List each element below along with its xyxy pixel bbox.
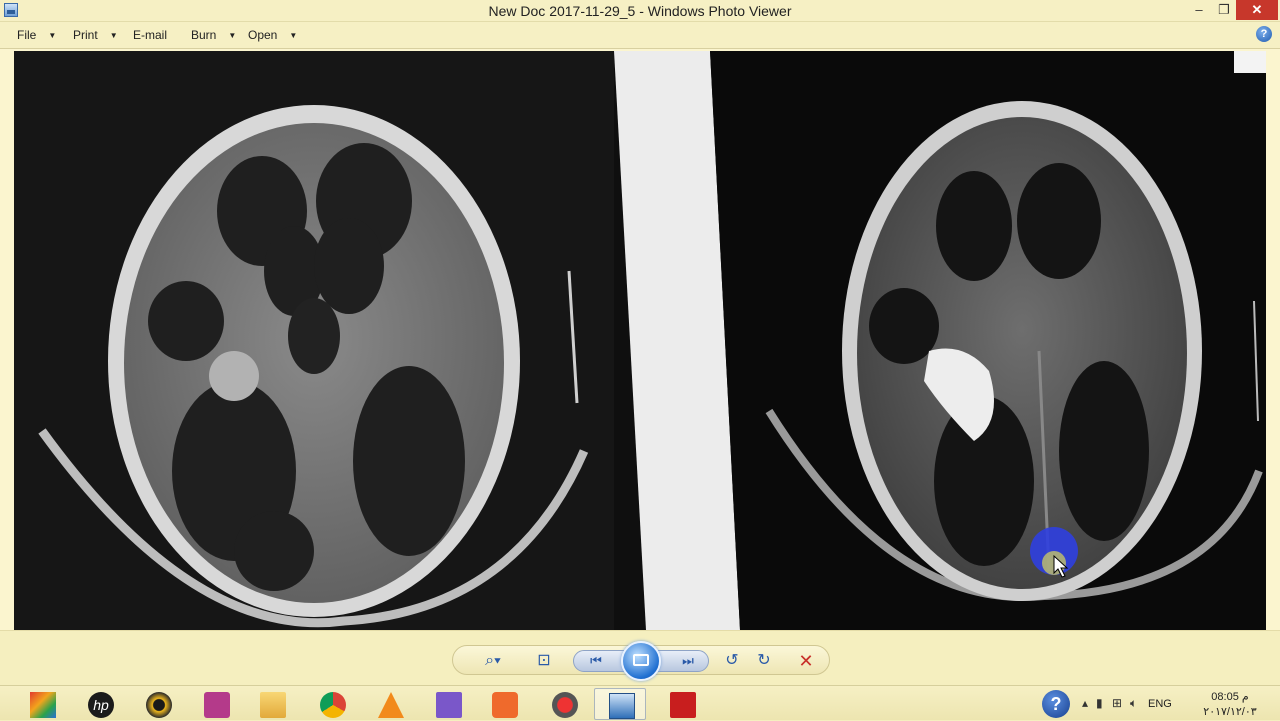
rotate-counterclockwise-icon: ↺ xyxy=(725,652,739,669)
download-manager-icon xyxy=(552,692,578,718)
restore-button[interactable]: ❐ xyxy=(1212,0,1236,20)
taskbar: hp ? ▴ ▮ ⊞ 🔈︎ ENG 08:05 م ٢٠١٧/١٢/٠٣ xyxy=(0,685,1280,720)
help-icon[interactable]: ? xyxy=(1256,26,1272,42)
window-title: New Doc 2017-11-29_5 - Windows Photo Vie… xyxy=(488,3,792,19)
close-button[interactable]: ✕ xyxy=(1236,0,1278,20)
rotate-clockwise-icon: ↻ xyxy=(757,652,771,669)
chrome-icon xyxy=(320,692,346,718)
clock-time[interactable]: 08:05 م xyxy=(1190,690,1270,703)
menu-bar: File ▼ Print ▼ E-mail Burn ▼ Open ▼ ? xyxy=(0,22,1280,49)
clock-date[interactable]: ٢٠١٧/١٢/٠٣ xyxy=(1190,705,1270,718)
taskbar-pdf-reader[interactable] xyxy=(656,688,708,720)
menu-file[interactable]: File ▼ xyxy=(17,28,56,42)
taskbar-app-launcher[interactable] xyxy=(16,688,68,720)
volume-icon[interactable]: 🔈︎ xyxy=(1130,696,1137,711)
taskbar-visual-studio[interactable] xyxy=(422,688,474,720)
show-hidden-icons-icon[interactable]: ▴ xyxy=(1082,696,1088,710)
delete-button[interactable]: ✕ xyxy=(791,646,821,676)
pdf-reader-icon xyxy=(670,692,696,718)
ct-scan-illustration xyxy=(14,51,1266,630)
video-icon xyxy=(492,692,518,718)
actual-size-button[interactable]: ⊡ xyxy=(529,646,559,676)
taskbar-media-player[interactable] xyxy=(132,688,184,720)
rotate-left-button[interactable]: ↺ xyxy=(717,646,747,676)
menu-burn[interactable]: Burn ▼ xyxy=(191,28,236,42)
power-icon[interactable]: ▮ xyxy=(1096,696,1103,710)
actual-size-icon: ⊡ xyxy=(537,652,551,669)
menu-file-label: File xyxy=(17,28,37,42)
minimize-button[interactable]: – xyxy=(1186,0,1212,20)
chevron-down-icon: ▼ xyxy=(48,31,57,41)
control-pill: ⌕▾ ⊡ ⏮ ⏭ ↺ ↻ ✕ xyxy=(452,641,830,681)
taskbar-video[interactable] xyxy=(478,688,530,720)
taskbar-hp[interactable]: hp xyxy=(74,688,126,720)
delete-icon: ✕ xyxy=(798,651,814,671)
slideshow-button[interactable] xyxy=(621,641,661,681)
chevron-down-icon: ▼ xyxy=(109,31,118,41)
previous-button[interactable]: ⏮ xyxy=(581,646,611,676)
taskbar-vlc[interactable] xyxy=(364,688,416,720)
chevron-down-icon: ▼ xyxy=(289,31,298,41)
chevron-down-icon: ▼ xyxy=(228,31,237,41)
file-explorer-icon xyxy=(260,692,286,718)
taskbar-file-explorer[interactable] xyxy=(246,688,298,720)
zoom-button[interactable]: ⌕▾ xyxy=(475,646,511,676)
app-launcher-icon xyxy=(30,692,56,718)
next-button[interactable]: ⏭ xyxy=(673,646,703,676)
rotate-right-button[interactable]: ↻ xyxy=(749,646,779,676)
menu-print[interactable]: Print ▼ xyxy=(73,28,118,42)
vlc-icon xyxy=(378,692,404,718)
presentation-icon xyxy=(204,692,230,718)
system-tray: ? ▴ ▮ ⊞ 🔈︎ ENG 08:05 م ٢٠١٧/١٢/٠٣ xyxy=(1030,686,1280,721)
viewer-controls: ⌕▾ ⊡ ⏮ ⏭ ↺ ↻ ✕ xyxy=(0,630,1280,685)
photo-viewer-icon xyxy=(609,693,635,719)
previous-icon: ⏮ xyxy=(590,653,602,668)
taskbar-photo-viewer[interactable] xyxy=(594,688,646,720)
taskbar-download-manager[interactable] xyxy=(538,688,590,720)
media-player-icon xyxy=(146,692,172,718)
slideshow-icon xyxy=(633,654,649,666)
menu-email[interactable]: E-mail xyxy=(133,28,167,42)
visual-studio-icon xyxy=(436,692,462,718)
ct-scan-photo[interactable] xyxy=(14,51,1266,630)
language-indicator[interactable]: ENG xyxy=(1148,698,1172,710)
taskbar-chrome[interactable] xyxy=(306,688,358,720)
menu-email-label: E-mail xyxy=(133,28,168,42)
magnifier-icon: ⌕▾ xyxy=(485,652,501,669)
menu-open-label: Open xyxy=(248,28,278,42)
title-bar: New Doc 2017-11-29_5 - Windows Photo Vie… xyxy=(0,0,1280,22)
help-icon[interactable]: ? xyxy=(1042,690,1070,718)
menu-print-label: Print xyxy=(73,28,98,42)
taskbar-presentation[interactable] xyxy=(190,688,242,720)
hp-icon: hp xyxy=(88,692,114,718)
menu-open[interactable]: Open ▼ xyxy=(248,28,297,42)
image-viewport xyxy=(0,49,1280,630)
menu-burn-label: Burn xyxy=(191,28,217,42)
network-icon[interactable]: ⊞ xyxy=(1112,696,1122,710)
next-icon: ⏭ xyxy=(682,653,694,668)
